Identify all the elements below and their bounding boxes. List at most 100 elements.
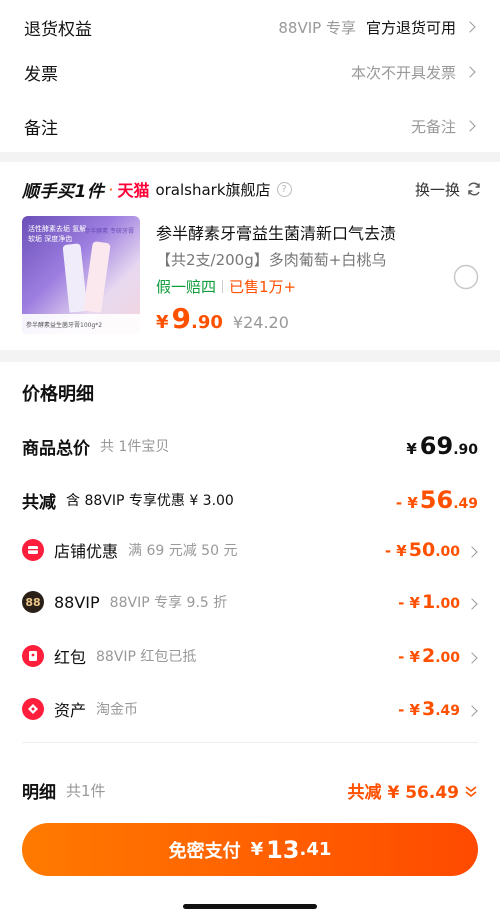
discount-amount: - ¥ 50 .00 xyxy=(385,539,478,561)
info-icon[interactable]: ? xyxy=(276,181,292,197)
chevron-right-icon xyxy=(464,21,476,33)
discount-amount: - ¥ 3 .49 xyxy=(398,698,478,720)
section-divider xyxy=(22,742,478,743)
refresh-icon xyxy=(468,182,480,196)
shunshou-brand: 顺手买1件 xyxy=(22,181,105,202)
pay-amount-decimal: .41 xyxy=(299,839,332,860)
minus-currency: - ¥ xyxy=(398,594,420,612)
currency-symbol: ¥ xyxy=(406,440,417,458)
amount-integer: 2 xyxy=(421,645,436,667)
product-image-caption: 参半酵素益生菌牙膏100g*2 xyxy=(22,314,140,334)
discount-row-red-packet[interactable]: 红包 88VIP 红包已抵 - ¥ 2 .00 xyxy=(22,644,478,668)
amount-integer: 69 xyxy=(419,432,454,460)
goods-total-count: 共 1件宝贝 xyxy=(100,439,170,455)
total-reduction-desc: 含 88VIP 专享优惠 ¥ 3.00 xyxy=(66,493,234,509)
price-decimal: .90 xyxy=(191,312,223,333)
select-radio-button[interactable] xyxy=(453,264,479,290)
detail-label: 明细 xyxy=(22,783,56,803)
product-title[interactable]: 参半酵素牙膏益生菌清新口气去渍 xyxy=(156,220,396,244)
invoice-row[interactable]: 发票 本次不开具发票 xyxy=(0,45,500,99)
tag-divider xyxy=(222,280,224,293)
total-reduction-label: 共减 xyxy=(22,492,56,513)
store-coupon-icon xyxy=(22,539,44,561)
tmall-logo: 天猫 xyxy=(117,181,150,200)
double-chevron-down-icon xyxy=(465,785,477,797)
chevron-right-icon xyxy=(464,120,476,132)
amount-integer: 3 xyxy=(421,698,436,720)
total-reduction-amount: - ¥ 56 .49 xyxy=(396,486,478,514)
amount-decimal: .00 xyxy=(435,544,460,560)
goods-total-amount: ¥ 69 .90 xyxy=(406,432,478,460)
detail-summary-row[interactable]: 明细 共1件 共减 ¥ 56.49 xyxy=(22,778,478,803)
pay-amount-integer: 13 xyxy=(266,835,300,864)
remark-label: 备注 xyxy=(24,118,58,139)
discount-amount: - ¥ 2 .00 xyxy=(398,645,478,667)
recommendation-header: 顺手买1件 · 天猫 oralshark旗舰店 ? 换一换 xyxy=(22,176,482,202)
sold-count-tag: 已售1万+ xyxy=(229,278,297,296)
discount-label: 资产 xyxy=(54,701,87,720)
remark-value: 无备注 xyxy=(410,117,456,136)
price-symbol: ¥ xyxy=(156,312,169,333)
discount-row-assets[interactable]: 资产 淘金币 - ¥ 3 .49 xyxy=(22,697,478,721)
invoice-value: 本次不开具发票 xyxy=(350,63,456,82)
pay-button[interactable]: 免密支付 ¥ 13 .41 xyxy=(22,823,478,876)
discount-desc: 88VIP 专享 9.5 折 xyxy=(109,595,228,611)
price-detail-title: 价格明细 xyxy=(22,384,94,405)
pay-currency: ¥ xyxy=(250,839,264,860)
chevron-right-icon xyxy=(466,652,478,664)
product-image-text: 活性酵素去垢 氢解软垢 深度净齿 xyxy=(28,225,87,243)
amount-decimal: .49 xyxy=(435,703,460,719)
amount-integer: 50 xyxy=(408,539,436,561)
refund-rights-value: 官方退货可用 xyxy=(365,18,456,37)
amount-decimal: .90 xyxy=(453,442,478,458)
store-name[interactable]: oralshark旗舰店 xyxy=(155,179,270,200)
amount-decimal: .00 xyxy=(435,650,460,666)
chevron-right-icon xyxy=(466,546,478,558)
amount-integer: 56 xyxy=(419,486,454,514)
home-indicator[interactable] xyxy=(183,904,317,909)
goods-total-label: 商品总价 xyxy=(22,438,90,459)
chevron-right-icon xyxy=(466,705,478,717)
minus-currency: - ¥ xyxy=(398,701,420,719)
minus-currency: - ¥ xyxy=(384,542,407,560)
product-spec[interactable]: 【共2支/200g】多肉葡萄+白桃乌 xyxy=(156,249,386,270)
discount-label: 88VIP xyxy=(54,592,100,612)
amount-integer: 1 xyxy=(421,591,436,613)
original-price: ¥24.20 xyxy=(232,313,289,332)
discount-label: 红包 xyxy=(54,648,87,667)
chevron-right-icon xyxy=(464,66,476,78)
swap-button[interactable]: 换一换 xyxy=(415,179,482,200)
refund-rights-label: 退货权益 xyxy=(24,19,92,40)
product-tags: 假一赔四 已售1万+ xyxy=(156,276,296,297)
amount-decimal: .49 xyxy=(453,496,478,512)
discount-row-88vip[interactable]: 88 88VIP 88VIP 专享 9.5 折 - ¥ 1 .00 xyxy=(22,591,478,613)
amount-decimal: .00 xyxy=(435,596,460,612)
minus-currency: - ¥ xyxy=(398,648,420,666)
88vip-icon: 88 xyxy=(22,591,44,613)
goods-total-row: 商品总价 共 1件宝贝 ¥ 69 .90 xyxy=(22,432,478,460)
remark-row[interactable]: 备注 无备注 xyxy=(0,99,500,153)
red-packet-icon xyxy=(22,645,44,667)
swap-label: 换一换 xyxy=(414,180,460,199)
product-image[interactable]: 活性酵素去垢 氢解软垢 深度净齿 参半酵素 专研牙膏 参半酵素益生菌牙膏100g… xyxy=(22,216,140,334)
product-image-subtext: 参半酵素 专研牙膏 xyxy=(84,228,134,235)
price-integer: 9 xyxy=(171,302,192,335)
total-reduction-row: 共减 含 88VIP 专享优惠 ¥ 3.00 - ¥ 56 .49 xyxy=(22,486,478,514)
brand-separator: · xyxy=(108,179,114,199)
discount-desc: 88VIP 红包已抵 xyxy=(96,649,197,665)
discount-desc: 满 69 元减 50 元 xyxy=(128,543,238,559)
discount-desc: 淘金币 xyxy=(96,702,139,718)
item-count: 共1件 xyxy=(66,782,106,800)
discount-row-store[interactable]: 店铺优惠 满 69 元减 50 元 - ¥ 50 .00 xyxy=(22,538,478,562)
invoice-label: 发票 xyxy=(24,64,58,85)
order-settings-card: 退货权益 88VIP 专享 官方退货可用 发票 本次不开具发票 备注 无备注 xyxy=(0,0,500,152)
chevron-right-icon xyxy=(466,598,478,610)
total-reduction-summary[interactable]: 共减 ¥ 56.49 xyxy=(348,778,478,803)
product-price: ¥ 9 .90 ¥24.20 xyxy=(156,302,289,335)
refund-rights-vip: 88VIP 专享 xyxy=(278,18,356,37)
pay-button-label: 免密支付 xyxy=(168,840,241,862)
total-reduction-text: 共减 ¥ 56.49 xyxy=(347,783,459,803)
guarantee-tag: 假一赔四 xyxy=(156,278,217,296)
discount-amount: - ¥ 1 .00 xyxy=(398,591,478,613)
minus-currency: - ¥ xyxy=(395,494,418,512)
